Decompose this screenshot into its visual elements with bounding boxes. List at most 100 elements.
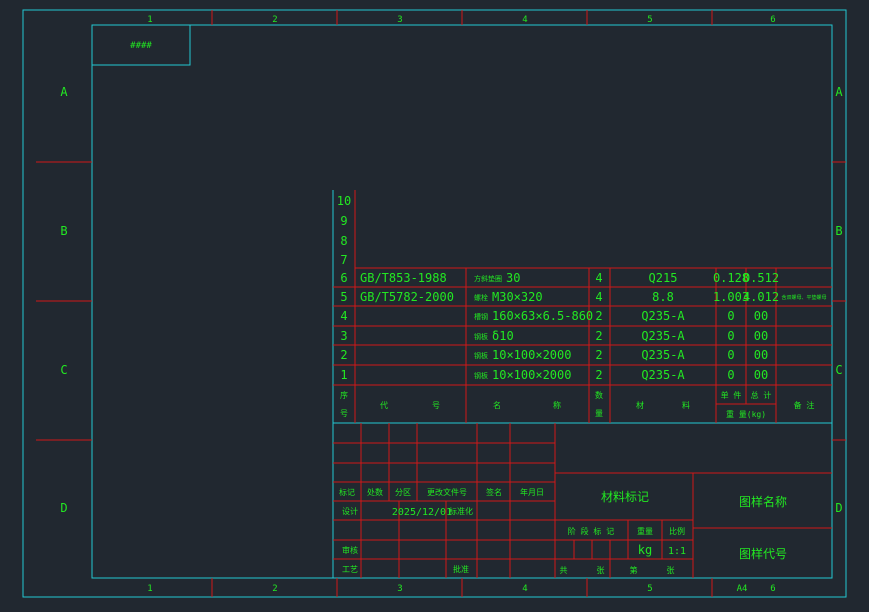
weight-label: 重量	[637, 526, 653, 536]
bom-row-name-small: 钢板	[474, 371, 488, 380]
bom-header-weight: 重 量(kg)	[726, 409, 766, 419]
zone-col-label: 3	[397, 15, 402, 25]
zone-col-label: 4	[522, 584, 527, 594]
bom-row-name: M30×320	[492, 290, 543, 304]
bom-empty-row-number: 10	[337, 194, 351, 208]
drawing-name: 图样名称	[739, 494, 787, 509]
zone-col-label: 3	[397, 584, 402, 594]
rev-label: 标记	[339, 487, 355, 497]
bom-header-code: 号	[432, 401, 440, 410]
zone-row-label: B	[835, 224, 842, 238]
bom-header-qty: 数	[595, 390, 603, 400]
zone-col-label: 2	[272, 584, 277, 594]
process-label: 工艺	[342, 565, 358, 574]
rev-label: 签名	[486, 487, 502, 497]
bom-row-name: 160×63×6.5-860	[492, 309, 593, 323]
bom-row-unit-weight: 0	[727, 368, 734, 382]
approve-label: 批准	[453, 564, 469, 574]
scale-label: 比例	[669, 526, 685, 536]
bom-row-name: δ10	[492, 329, 514, 343]
bom-row-material: Q235-A	[641, 329, 685, 343]
bom-row-material: Q215	[649, 271, 678, 285]
bom-row-qty: 2	[595, 348, 602, 362]
bom-row-qty: 2	[595, 368, 602, 382]
bom-row-name-small: 钢板	[474, 351, 488, 360]
sheet-number: 第 张	[630, 565, 675, 575]
zone-row-label: D	[60, 501, 67, 515]
bom-header-seq: 号	[340, 409, 348, 418]
bom-header-unit: 单 件	[721, 390, 742, 400]
zone-row-label: A	[835, 85, 843, 99]
scale-value: 1:1	[668, 546, 686, 557]
bom-row-material: Q235-A	[641, 348, 685, 362]
bom-row-total-weight: 4.012	[743, 290, 779, 304]
bom-empty-row-number: 9	[340, 214, 347, 228]
bom-row-remark: 含双螺母、平垫螺母	[781, 294, 826, 301]
zone-row-label: B	[60, 224, 67, 238]
drawing-sheet: 1 2 3 4 5 6 1 2 3 4 5 A4 6 A B C D A B C…	[22, 9, 847, 598]
bom-row-unit-weight: 0	[727, 348, 734, 362]
bom-row-total-weight: 00	[754, 348, 768, 362]
zone-row-label: D	[835, 501, 842, 515]
zone-row-label: C	[835, 363, 842, 377]
bom-row-name: 30	[506, 271, 520, 285]
bom-header-seq: 序	[340, 390, 348, 400]
bom-row-no: 1	[340, 368, 347, 382]
bom-row-unit-weight: 0	[727, 329, 734, 343]
bom-row-total-weight: 0.512	[743, 271, 779, 285]
weight-unit: kg	[638, 543, 652, 557]
bom-header-total: 总 计	[751, 390, 772, 400]
design-label: 设计	[342, 506, 358, 516]
zone-col-label: 2	[272, 15, 277, 25]
bom-row-material: 8.8	[652, 290, 674, 304]
rev-label: 处数	[367, 487, 383, 497]
bom-row: 4 槽钢 160×63×6.5-860 2 Q235-A 0 00	[340, 309, 768, 323]
bom-row-name-small: 螺栓	[474, 293, 488, 302]
bom-empty-row-number: 8	[340, 234, 347, 248]
bom-row-qty: 4	[595, 290, 602, 304]
bom-empty-row-number: 7	[340, 253, 347, 267]
zone-col-label: 6	[770, 584, 775, 594]
bom-row: 3 钢板 δ10 2 Q235-A 0 00	[340, 329, 768, 343]
bom-row-no: 3	[340, 329, 347, 343]
zone-col-label: 5	[647, 584, 652, 594]
rev-label: 更改文件号	[427, 487, 467, 497]
bom-row-name: 10×100×2000	[492, 348, 571, 362]
stage-mark: 阶 段 标 记	[568, 526, 614, 536]
sheets-total: 共 张	[560, 566, 605, 575]
bom-row-qty: 2	[595, 329, 602, 343]
bom-row-name-small: 槽钢	[474, 312, 488, 321]
zone-col-label: 1	[147, 15, 152, 25]
bom-row-total-weight: 00	[754, 309, 768, 323]
zone-col-label: 5	[647, 15, 652, 25]
bom-row-no: 4	[340, 309, 347, 323]
bom-row-no: 5	[340, 290, 347, 304]
zone-labels-left: A B C D	[60, 85, 68, 515]
bom-row: 5 GB/T5782-2000 螺栓 M30×320 4 8.8 1.003 4…	[340, 290, 826, 304]
bom-header-name: 名	[493, 400, 501, 410]
drawing-code: 图样代号	[739, 546, 787, 561]
bom-header-material: 材	[636, 400, 644, 410]
paper-size-label: A4	[737, 584, 748, 594]
bom-row-qty: 4	[595, 271, 602, 285]
bom-header-remark: 备 注	[794, 400, 815, 410]
zone-col-label: 1	[147, 584, 152, 594]
bom-row-material: Q235-A	[641, 309, 685, 323]
bom-row-no: 6	[340, 271, 347, 285]
bom-row-name-small: 钢板	[474, 332, 488, 341]
bom-row-code: GB/T5782-2000	[360, 290, 454, 304]
bom-row-code: GB/T853-1988	[360, 271, 447, 285]
zone-row-label: C	[60, 363, 67, 377]
standardize-label: 标准化	[449, 506, 473, 516]
zone-row-label: A	[60, 85, 68, 99]
bom-header-qty: 量	[595, 409, 603, 418]
material-mark: 材料标记	[601, 490, 649, 504]
bom-header-material: 料	[682, 400, 690, 410]
bom-row: 1 钢板 10×100×2000 2 Q235-A 0 00	[340, 368, 768, 382]
bom-row: 2 钢板 10×100×2000 2 Q235-A 0 00	[340, 348, 768, 362]
bom-row-total-weight: 00	[754, 368, 768, 382]
zone-labels-right: A B C D	[835, 85, 843, 515]
bom-row-unit-weight: 0	[727, 309, 734, 323]
bom-row-no: 2	[340, 348, 347, 362]
bom-header-name: 称	[553, 400, 561, 410]
